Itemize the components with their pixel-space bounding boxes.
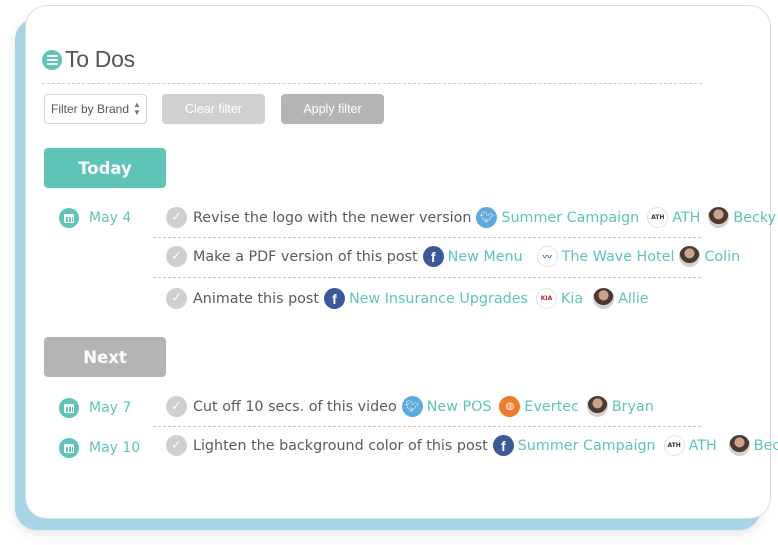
date-label: May 4	[59, 208, 131, 228]
task-row: ✓ Lighten the background color of this p…	[166, 435, 778, 456]
brand-filter-select[interactable]: Filter by Brand ▲ ▼	[44, 94, 147, 124]
task-row: ✓ Make a PDF version of this post f New …	[166, 246, 740, 267]
campaign-link[interactable]: Summer Campaign	[501, 210, 639, 226]
brand-link[interactable]: ATH	[689, 438, 717, 454]
assignee-link[interactable]: Becky	[733, 210, 776, 226]
campaign-link[interactable]: New POS	[427, 399, 492, 415]
avatar	[679, 246, 701, 267]
check-icon[interactable]: ✓	[166, 246, 187, 267]
task-row: ✓ Cut off 10 secs. of this video 🐦︎ New …	[166, 396, 654, 417]
campaign-link[interactable]: Summer Campaign	[518, 438, 656, 454]
section-next-header[interactable]: Next	[44, 337, 166, 377]
assignee-link[interactable]: Bryan	[612, 399, 654, 415]
clear-filter-button[interactable]: Clear filter	[162, 94, 265, 124]
task-divider	[153, 237, 701, 238]
brand-logo-icon: ATH	[663, 435, 685, 456]
campaign-link[interactable]: New Insurance Upgrades	[349, 291, 528, 307]
task-row: ✓ Animate this post f New Insurance Upgr…	[166, 288, 649, 309]
filter-bar: Filter by Brand ▲ ▼ Clear filter Apply fi…	[44, 94, 384, 124]
task-text: Revise the logo with the newer version	[193, 209, 472, 226]
assignee-link[interactable]: Becky	[754, 438, 778, 454]
calendar-icon	[59, 438, 79, 458]
facebook-icon: f	[323, 288, 345, 309]
todos-card: To Dos Filter by Brand ▲ ▼ Clear filter A…	[25, 5, 778, 519]
campaign-link[interactable]: New Menu	[448, 249, 523, 265]
brand-logo-icon: ATH	[647, 207, 669, 228]
twitter-icon: 🐦︎	[476, 207, 498, 228]
date-label: May 10	[59, 438, 140, 458]
task-text: Animate this post	[193, 290, 319, 307]
page-header: To Dos	[42, 46, 135, 73]
brand-link[interactable]: ATH	[672, 210, 700, 226]
avatar	[728, 435, 750, 456]
facebook-icon: f	[492, 435, 514, 456]
avatar	[593, 288, 615, 309]
facebook-icon: f	[422, 246, 444, 267]
brand-link[interactable]: The Wave Hotel	[562, 249, 675, 265]
date-label: May 7	[59, 398, 131, 418]
brand-link[interactable]: Kia	[561, 291, 583, 307]
date-text: May 7	[89, 400, 132, 416]
date-text: May 4	[89, 210, 132, 226]
date-text: May 10	[89, 440, 141, 456]
brand-logo-icon: ◍	[499, 396, 521, 417]
avatar	[586, 396, 608, 417]
list-icon	[42, 49, 62, 70]
task-text: Lighten the background color of this pos…	[193, 437, 488, 454]
brand-logo-icon: 〰	[536, 246, 558, 267]
task-divider	[153, 277, 701, 278]
calendar-icon	[59, 208, 79, 228]
page-title: To Dos	[65, 46, 135, 72]
check-icon[interactable]: ✓	[166, 288, 187, 309]
assignee-link[interactable]: Allie	[618, 291, 649, 307]
brand-logo-icon: KIA	[535, 288, 557, 309]
brand-filter-value: Filter by Brand	[51, 102, 130, 116]
task-text: Make a PDF version of this post	[193, 248, 418, 265]
task-divider	[153, 426, 701, 427]
check-icon[interactable]: ✓	[166, 207, 187, 228]
apply-filter-button[interactable]: Apply filter	[281, 94, 384, 124]
task-text: Cut off 10 secs. of this video	[193, 398, 397, 415]
check-icon[interactable]: ✓	[166, 435, 187, 456]
check-icon[interactable]: ✓	[166, 396, 187, 417]
assignee-link[interactable]: Colin	[704, 249, 740, 265]
task-row: ✓ Revise the logo with the newer version…	[166, 207, 776, 228]
brand-link[interactable]: Evertec	[524, 399, 578, 415]
sort-arrows-icon: ▲ ▼	[133, 100, 141, 117]
section-today-header[interactable]: Today	[44, 148, 166, 188]
calendar-icon	[59, 398, 79, 418]
header-divider	[42, 83, 702, 84]
twitter-icon: 🐦︎	[401, 396, 423, 417]
avatar	[708, 207, 730, 228]
